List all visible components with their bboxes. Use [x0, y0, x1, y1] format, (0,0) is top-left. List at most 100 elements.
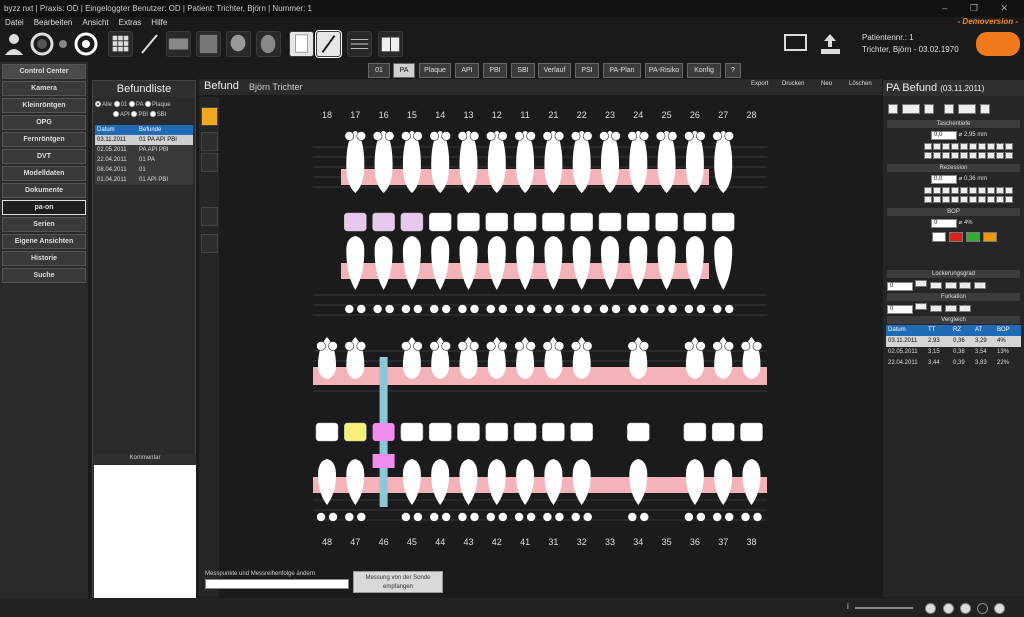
table-row[interactable]: 03.11.2011 2,93 0,36 3,29 4%	[886, 336, 1021, 347]
table-row[interactable]: 08.04.2011 01	[95, 165, 193, 175]
nav-pa-on[interactable]: pa-on	[2, 200, 86, 215]
tab-konfig[interactable]: Konfig	[687, 63, 721, 78]
implant-tool[interactable]	[201, 207, 218, 226]
lockerung-1-button[interactable]: I	[929, 282, 942, 289]
taschentiefe-input[interactable]: 0,0	[931, 131, 957, 140]
rezession-buttons[interactable]	[883, 184, 1024, 208]
prev-tooth-button[interactable]	[887, 104, 898, 114]
nav-opg[interactable]: OPG	[2, 115, 86, 130]
filter-alle[interactable]: Alle	[95, 101, 112, 108]
xray-series-icon[interactable]	[166, 31, 191, 57]
document-icon[interactable]	[289, 31, 314, 57]
nav-eigene-ansichten[interactable]: Eigene Ansichten	[2, 234, 86, 249]
status-button-2[interactable]	[943, 603, 954, 614]
camera-lens-icon[interactable]	[30, 31, 55, 57]
next-site-button[interactable]	[979, 104, 990, 114]
lockerung-input[interactable]: 0	[887, 282, 913, 291]
status-button-3[interactable]	[960, 603, 971, 614]
zoom-slider[interactable]	[855, 607, 913, 609]
bop-pus-button[interactable]	[983, 232, 998, 242]
tab-01[interactable]: 01	[368, 63, 390, 78]
menu-bearbeiten[interactable]: Bearbeiten	[34, 17, 73, 29]
book-icon[interactable]	[378, 31, 403, 57]
chart-table-icon[interactable]	[347, 31, 372, 57]
tab-pa-plan[interactable]: PA-Plan	[603, 63, 641, 78]
site-field[interactable]	[957, 104, 976, 114]
capture-icon[interactable]	[74, 31, 99, 57]
prev-site-button[interactable]	[943, 104, 954, 114]
filter-plaque[interactable]: Plaque	[144, 101, 171, 108]
menu-datei[interactable]: Datei	[5, 17, 24, 29]
export-button[interactable]: Export	[751, 81, 768, 87]
tab-pa[interactable]: PA	[393, 63, 415, 78]
nav-suche[interactable]: Suche	[2, 268, 86, 283]
furkation-1-button[interactable]: 1	[929, 305, 942, 312]
lockerung-2-button[interactable]: II	[944, 282, 957, 289]
furkation-2-button[interactable]: 2	[944, 305, 957, 312]
dental-chart-svg[interactable]: 18 17 16 15 14 13 12 11 21 22 23 24 25 26 27 28 48 47 46 45…	[313, 105, 767, 550]
delete-button[interactable]: Löschen	[849, 81, 872, 87]
furkation-0-button[interactable]	[915, 303, 928, 310]
grid-view-icon[interactable]	[108, 31, 133, 57]
furkation-input[interactable]: 0	[887, 305, 913, 314]
next-tooth-button[interactable]	[923, 104, 934, 114]
nav-kamera[interactable]: Kamera	[2, 81, 86, 96]
window-controls[interactable]: – ❐ ✕	[942, 0, 1018, 17]
skull-icon[interactable]	[226, 31, 251, 57]
table-row[interactable]: 02.05.2011 3,15 0,38 3,54 13%	[886, 347, 1021, 358]
monitor-icon[interactable]	[783, 31, 808, 57]
bop-input[interactable]: 0	[931, 219, 957, 228]
bop-none-button[interactable]	[931, 232, 946, 242]
tab-api[interactable]: API	[455, 63, 479, 78]
tooth-field[interactable]	[901, 104, 920, 114]
table-row[interactable]: 01.04.2011 01 API PBI	[95, 175, 193, 185]
lockerung-4-button[interactable]: IV	[973, 282, 986, 289]
taschentiefe-buttons[interactable]	[883, 140, 1024, 164]
rezession-input[interactable]: 0,0	[931, 175, 957, 184]
probe-icon[interactable]	[137, 31, 162, 57]
arch-upper-tool[interactable]	[201, 132, 218, 151]
nav-serien[interactable]: Serien	[2, 217, 86, 232]
record-icon[interactable]	[57, 31, 69, 57]
lockerung-0-button[interactable]	[915, 280, 928, 287]
export-upload-icon[interactable]	[818, 31, 843, 57]
tab-pa-risiko[interactable]: PA-Risiko	[645, 63, 683, 78]
nav-historie[interactable]: Historie	[2, 251, 86, 266]
status-button-5[interactable]	[994, 603, 1005, 614]
receive-probe-button[interactable]: Messung von der Sonde empfangen	[353, 571, 443, 593]
table-row[interactable]: 02.05.2011 PA API PBI	[95, 145, 193, 155]
status-button-1[interactable]	[925, 603, 936, 614]
lockerung-3-button[interactable]: III	[959, 282, 972, 289]
nav-modelldaten[interactable]: Modelldaten	[2, 166, 86, 181]
menu-extras[interactable]: Extras	[119, 17, 142, 29]
nav-kleinroentgen[interactable]: Kleinröntgen	[2, 98, 86, 113]
tab-psi[interactable]: PSI	[575, 63, 599, 78]
menu-ansicht[interactable]: Ansicht	[82, 17, 108, 29]
tab-plaque[interactable]: Plaque	[419, 63, 451, 78]
intraoral-icon[interactable]	[196, 31, 221, 57]
table-row[interactable]: 22.04.2011 3,44 0,39 3,83 22%	[886, 358, 1021, 369]
bop-bleeding-button[interactable]	[948, 232, 963, 242]
tab-pbi[interactable]: PBI	[483, 63, 507, 78]
bridge-tool[interactable]	[201, 234, 218, 253]
nav-control-center[interactable]: Control Center	[2, 64, 86, 79]
ceph-icon[interactable]	[256, 31, 281, 57]
messpunkte-dropdown[interactable]	[205, 579, 349, 589]
nav-dokumente[interactable]: Dokumente	[2, 183, 86, 198]
bop-plaque-button[interactable]	[965, 232, 980, 242]
arch-lower-tool[interactable]	[201, 153, 218, 172]
tooth-select-tool[interactable]	[201, 107, 218, 126]
filter-api[interactable]: API	[113, 111, 130, 118]
table-row[interactable]: 03.11.2011 01 PA API PBI	[95, 135, 193, 145]
furkation-3-button[interactable]: 3	[959, 305, 972, 312]
tab-help[interactable]: ?	[725, 63, 741, 78]
nav-fernroentgen[interactable]: Fernröntgen	[2, 132, 86, 147]
nav-dvt[interactable]: DVT	[2, 149, 86, 164]
filter-pbi[interactable]: PBI	[131, 111, 148, 118]
tab-sbi[interactable]: SBI	[511, 63, 535, 78]
menu-hilfe[interactable]: Hilfe	[151, 17, 167, 29]
print-button[interactable]: Drucken	[782, 81, 804, 87]
user-icon[interactable]	[2, 31, 27, 57]
filter-sbi[interactable]: SBI	[149, 111, 166, 118]
tab-verlauf[interactable]: Verlauf	[538, 63, 571, 78]
